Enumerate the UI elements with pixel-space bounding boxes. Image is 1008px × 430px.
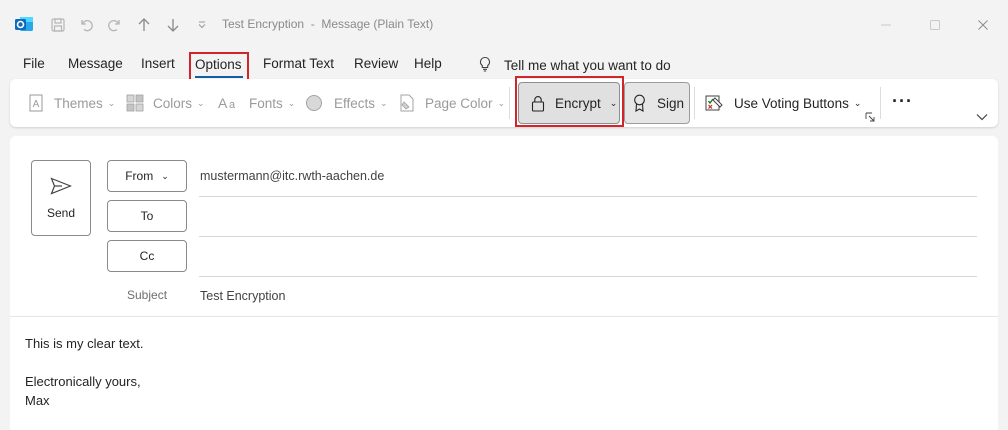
header-body-divider xyxy=(10,316,998,317)
close-button[interactable] xyxy=(971,14,995,36)
redo-icon[interactable] xyxy=(104,14,126,36)
from-underline xyxy=(199,196,977,197)
tell-me-text: Tell me what you want to do xyxy=(504,58,671,73)
page-color-icon xyxy=(398,94,416,112)
to-button[interactable]: To xyxy=(107,200,187,232)
fonts-label: Fonts xyxy=(249,95,283,111)
customize-toolbar-icon[interactable] xyxy=(191,14,213,36)
tab-review[interactable]: Review xyxy=(354,56,398,71)
chevron-down-icon: ⌄ xyxy=(497,97,506,108)
from-address: mustermann@itc.rwth-aachen.de xyxy=(200,169,385,183)
menu-tabs: File Message Insert Options Format Text … xyxy=(0,52,1008,81)
selected-tab-indicator xyxy=(195,76,243,78)
themes-button[interactable]: A Themes ⌄ xyxy=(27,79,115,127)
effects-icon xyxy=(305,94,323,112)
tab-file[interactable]: File xyxy=(23,56,45,71)
chevron-down-icon: ⌄ xyxy=(853,97,862,108)
cc-field[interactable] xyxy=(199,276,977,277)
subject-label: Subject xyxy=(127,288,168,302)
lightbulb-icon xyxy=(478,56,492,75)
next-item-icon[interactable] xyxy=(162,14,184,36)
to-field[interactable] xyxy=(199,236,977,237)
cc-label: Cc xyxy=(139,249,155,263)
undo-icon[interactable] xyxy=(75,14,97,36)
encrypt-button[interactable]: Encrypt ⌄ xyxy=(518,82,620,124)
chevron-down-icon: ⌄ xyxy=(609,97,618,108)
voting-buttons-icon xyxy=(705,94,725,112)
body-line: This is my clear text. xyxy=(25,336,144,351)
chevron-down-icon: ⌄ xyxy=(161,170,169,181)
window-title-suffix: Message (Plain Text) xyxy=(321,17,434,31)
to-label: To xyxy=(140,209,154,223)
ribbon-separator xyxy=(509,87,510,119)
themes-label: Themes xyxy=(54,95,103,111)
voting-buttons-label: Use Voting Buttons xyxy=(734,95,849,111)
send-icon xyxy=(50,176,73,198)
from-label: From xyxy=(125,169,154,183)
body-line: Max xyxy=(25,393,50,408)
window-title: Test Encryption - Message (Plain Text) xyxy=(222,17,433,31)
page-color-label: Page Color xyxy=(425,95,493,111)
tab-message[interactable]: Message xyxy=(68,56,123,71)
minimize-button[interactable] xyxy=(874,14,898,36)
ribbon: A Themes ⌄ Colors ⌄ Aa Fonts ⌄ Effects ⌄ Pag… xyxy=(10,76,998,127)
save-icon[interactable] xyxy=(47,14,69,36)
svg-text:A: A xyxy=(33,99,40,110)
body-line: Electronically yours, xyxy=(25,374,141,389)
chevron-down-icon: ⌄ xyxy=(287,97,296,108)
maximize-button[interactable] xyxy=(923,14,947,36)
more-options-icon[interactable]: ··· xyxy=(892,91,913,112)
chevron-down-icon: ⌄ xyxy=(107,97,116,108)
svg-text:A: A xyxy=(218,95,228,111)
tab-help[interactable]: Help xyxy=(414,56,442,71)
fonts-button[interactable]: Aa Fonts ⌄ xyxy=(218,79,295,127)
tell-me-search[interactable]: Tell me what you want to do xyxy=(478,56,671,75)
tab-options-label: Options xyxy=(195,57,242,72)
title-bar: Test Encryption - Message (Plain Text) xyxy=(0,0,1008,48)
chevron-down-icon: ⌄ xyxy=(380,97,388,108)
tab-insert[interactable]: Insert xyxy=(141,56,175,71)
ribbon-separator xyxy=(880,87,881,119)
svg-text:a: a xyxy=(229,99,236,111)
effects-label: Effects xyxy=(334,95,376,111)
ribbon-badge-icon xyxy=(633,94,646,112)
outlook-app-icon xyxy=(14,14,34,34)
effects-button[interactable]: Effects ⌄ xyxy=(305,79,388,127)
colors-icon xyxy=(126,94,144,112)
window-title-subject: Test Encryption xyxy=(222,17,305,31)
tab-options[interactable]: Options xyxy=(189,52,249,81)
lock-icon xyxy=(531,95,545,112)
colors-label: Colors xyxy=(153,95,193,111)
ribbon-separator xyxy=(694,87,695,119)
themes-icon: A xyxy=(27,94,45,112)
page-color-button[interactable]: Page Color ⌄ xyxy=(398,79,505,127)
sign-label: Sign xyxy=(657,95,685,111)
dialog-launcher-icon[interactable] xyxy=(865,110,875,125)
voting-buttons-button[interactable]: Use Voting Buttons ⌄ xyxy=(705,79,861,127)
chevron-down-icon: ⌄ xyxy=(197,97,205,108)
tab-format-text[interactable]: Format Text xyxy=(263,56,334,71)
encrypt-label: Encrypt xyxy=(555,95,601,111)
cc-button[interactable]: Cc xyxy=(107,240,187,272)
window-title-separator: - xyxy=(310,17,315,31)
fonts-icon: Aa xyxy=(218,94,240,112)
from-button[interactable]: From ⌄ xyxy=(107,160,187,192)
colors-button[interactable]: Colors ⌄ xyxy=(126,79,205,127)
collapse-ribbon-icon[interactable] xyxy=(976,109,988,124)
send-button[interactable]: Send xyxy=(31,160,91,236)
send-label: Send xyxy=(46,205,76,220)
previous-item-icon[interactable] xyxy=(133,14,155,36)
compose-pane: Send From ⌄ mustermann@itc.rwth-aachen.de… xyxy=(10,136,998,430)
sign-button[interactable]: Sign xyxy=(624,82,690,124)
subject-field[interactable]: Test Encryption xyxy=(200,289,285,303)
